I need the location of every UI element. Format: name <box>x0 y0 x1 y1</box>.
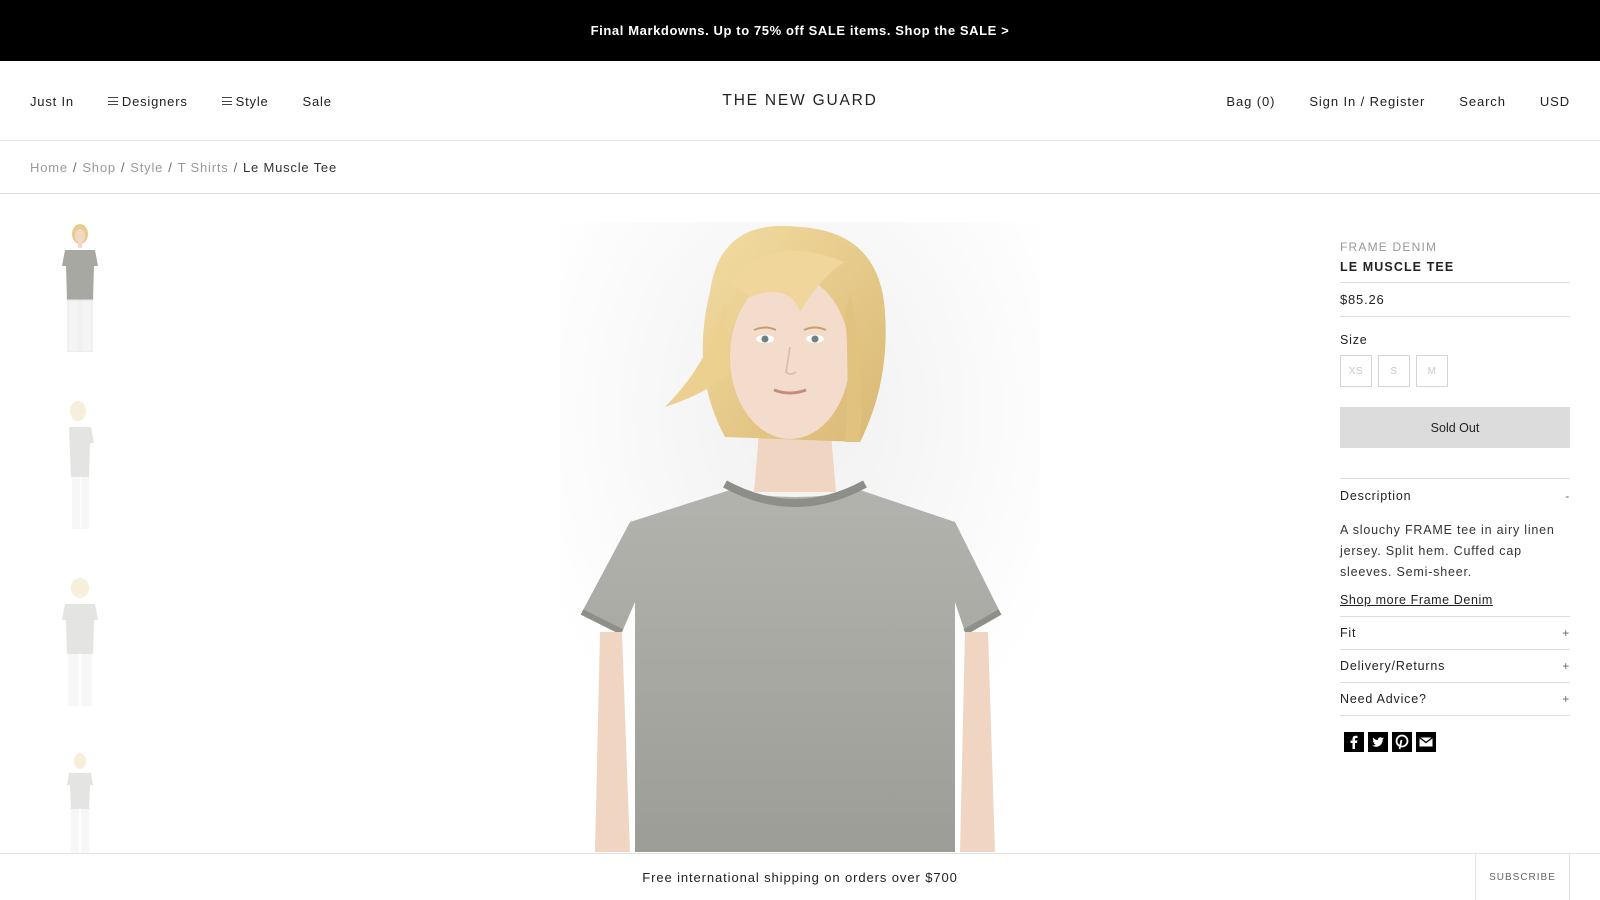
nav-sale-label: Sale <box>302 93 332 109</box>
accordion-advice-label: Need Advice? <box>1340 692 1427 706</box>
footer-bar: Free international shipping on orders ov… <box>0 853 1600 900</box>
size-label: Size <box>1340 333 1368 347</box>
product-accordion: Description - A slouchy FRAME tee in air… <box>1340 478 1570 716</box>
breadcrumb-style[interactable]: Style <box>130 160 163 175</box>
accordion-description[interactable]: Description - <box>1340 479 1570 512</box>
product-brand[interactable]: FRAME DENIM <box>1340 240 1570 254</box>
expand-icon[interactable]: + <box>1562 659 1570 673</box>
sold-out-button[interactable]: Sold Out <box>1340 407 1570 448</box>
breadcrumb-separator: / <box>233 159 238 175</box>
accordion-delivery-label: Delivery/Returns <box>1340 659 1446 673</box>
expand-icon[interactable]: + <box>1562 626 1570 640</box>
breadcrumb-current: Le Muscle Tee <box>243 159 337 175</box>
brand-logo[interactable]: THE NEW GUARD <box>722 92 877 110</box>
account-nav: Bag (0) Sign In / Register Search USD <box>1226 61 1570 141</box>
pinterest-icon[interactable] <box>1392 732 1412 752</box>
model-photo <box>560 222 1040 852</box>
sign-in-link[interactable]: Sign In / Register <box>1309 94 1425 109</box>
menu-icon <box>107 97 118 105</box>
email-icon[interactable] <box>1416 732 1436 752</box>
expand-icon[interactable]: + <box>1562 692 1570 706</box>
thumbnail-side[interactable] <box>54 397 106 529</box>
accordion-fit-label: Fit <box>1340 626 1357 640</box>
thumbnail-model-image <box>69 401 94 529</box>
nav-designers-label: Designers <box>121 93 188 109</box>
nav-sale[interactable]: Sale <box>303 94 332 109</box>
promo-text[interactable]: Final Markdowns. Up to 75% off SALE item… <box>591 23 1010 38</box>
product-description: A slouchy FRAME tee in airy linen jersey… <box>1340 523 1555 579</box>
collapse-icon[interactable]: - <box>1565 489 1570 503</box>
nav-style-label: Style <box>235 93 269 109</box>
social-share <box>1340 732 1570 752</box>
product-name: LE MUSCLE TEE <box>1340 260 1570 283</box>
size-option-m[interactable]: M <box>1416 355 1448 387</box>
accordion-fit[interactable]: Fit + <box>1340 617 1570 650</box>
search-link[interactable]: Search <box>1459 94 1506 109</box>
thumbnail-model-image <box>62 578 98 706</box>
thumbnail-model-image <box>62 224 98 353</box>
nav-just-in[interactable]: Just In <box>30 94 74 109</box>
thumbnail-gallery <box>54 220 106 900</box>
size-selector: XS S M <box>1340 355 1570 387</box>
breadcrumb-separator: / <box>120 159 126 175</box>
currency-selector[interactable]: USD <box>1540 94 1570 109</box>
breadcrumb-t-shirts[interactable]: T Shirts <box>178 160 229 175</box>
nav-just-in-label: Just In <box>30 93 74 109</box>
shop-more-link[interactable]: Shop more Frame Denim <box>1340 593 1570 617</box>
product-price: $85.26 <box>1340 283 1570 317</box>
thumbnail-back[interactable] <box>54 574 106 706</box>
nav-style[interactable]: Style <box>221 93 269 109</box>
product-details: FRAME DENIM LE MUSCLE TEE $85.26 Size XS… <box>1340 240 1570 752</box>
thumbnail-front[interactable] <box>54 220 106 353</box>
menu-icon <box>221 97 232 105</box>
site-header: Just In Designers Style Sale THE NEW GUA… <box>0 61 1600 141</box>
subscribe-button[interactable]: SUBSCRIBE <box>1475 854 1570 900</box>
bag-link[interactable]: Bag (0) <box>1226 94 1275 109</box>
size-option-xs[interactable]: XS <box>1340 355 1372 387</box>
accordion-advice[interactable]: Need Advice? + <box>1340 683 1570 716</box>
breadcrumb-home[interactable]: Home <box>30 160 68 175</box>
breadcrumb-shop[interactable]: Shop <box>82 160 116 175</box>
primary-nav: Just In Designers Style Sale <box>30 61 332 141</box>
accordion-delivery[interactable]: Delivery/Returns + <box>1340 650 1570 683</box>
free-shipping-text: Free international shipping on orders ov… <box>642 869 958 885</box>
breadcrumb: Home / Shop / Style / T Shirts / Le Musc… <box>0 141 1600 194</box>
facebook-icon[interactable] <box>1344 732 1364 752</box>
nav-designers[interactable]: Designers <box>107 93 188 109</box>
twitter-icon[interactable] <box>1368 732 1388 752</box>
breadcrumb-separator: / <box>72 159 78 175</box>
promo-banner[interactable]: Final Markdowns. Up to 75% off SALE item… <box>0 0 1600 61</box>
main-product-image[interactable] <box>560 222 1040 852</box>
size-option-s[interactable]: S <box>1378 355 1410 387</box>
breadcrumb-separator: / <box>168 159 173 175</box>
accordion-description-label: Description <box>1340 488 1412 503</box>
